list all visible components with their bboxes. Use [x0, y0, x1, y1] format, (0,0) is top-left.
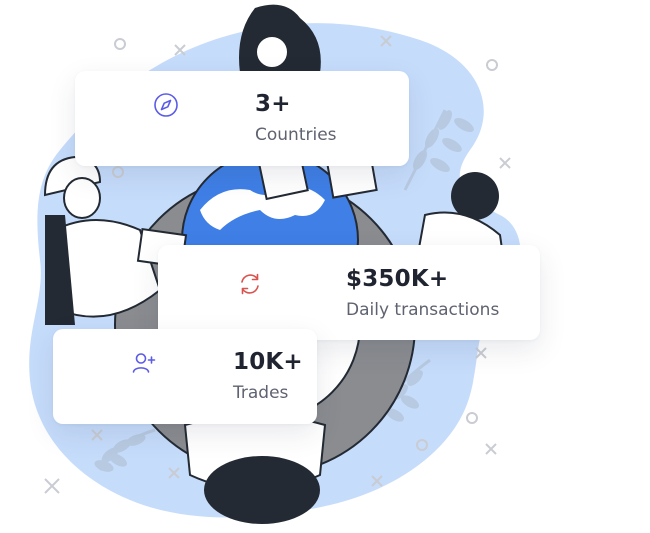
stat-label: Trades: [233, 383, 289, 403]
stat-card-countries: 3+ Countries: [75, 71, 409, 166]
stat-card-daily-transactions: $350K+ Daily transactions: [158, 245, 540, 340]
stat-card-trades: 10K+ Trades: [53, 329, 317, 424]
stat-value: 3+: [255, 91, 291, 117]
stat-label: Daily transactions: [346, 300, 500, 320]
stat-value: 10K+: [233, 349, 303, 375]
person-top: [239, 4, 321, 74]
compass-icon: [154, 93, 178, 117]
refresh-icon: [241, 273, 259, 295]
stat-label: Countries: [255, 125, 337, 145]
user-add-icon: [132, 353, 156, 373]
stat-value: $350K+: [346, 266, 449, 292]
